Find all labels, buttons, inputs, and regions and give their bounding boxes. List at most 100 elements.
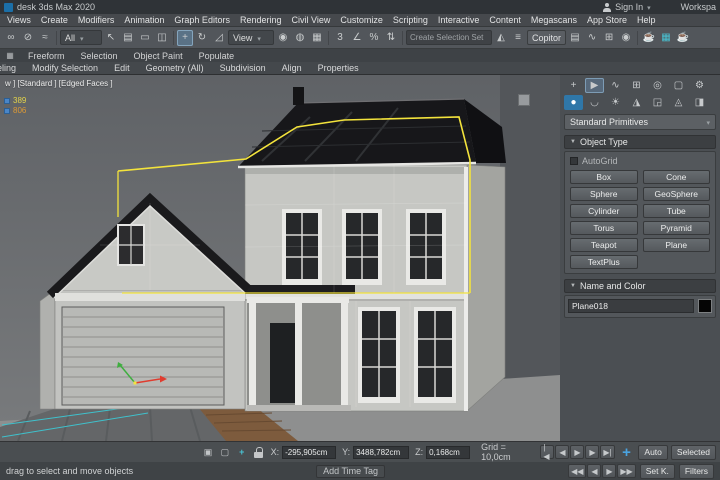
select-and-scale-icon[interactable]: ◿ [211, 30, 227, 46]
space-warps-category-icon[interactable]: ◬ [669, 95, 688, 110]
selection-lock-toggle-icon[interactable] [253, 446, 263, 458]
menu-item[interactable]: Graph Editors [169, 15, 235, 25]
geosphere-button[interactable]: GeoSphere [642, 187, 710, 201]
viewport-label[interactable]: w ] [Standard ] [Edged Faces ] [5, 79, 113, 88]
set-key-button[interactable]: Set K. [639, 463, 675, 479]
box-button[interactable]: Box [570, 170, 638, 184]
mirror-icon[interactable]: ◭ [493, 30, 509, 46]
panel-plus-icon[interactable]: + [564, 78, 583, 93]
snaps-toggle-3d-icon[interactable]: 3 [332, 30, 348, 46]
ribbon-panel-edit[interactable]: Edit [106, 63, 138, 73]
render-production-icon[interactable]: ☕ [675, 30, 691, 46]
ribbon-panel-align[interactable]: Align [274, 63, 310, 73]
cameras-category-icon[interactable]: ◮ [627, 95, 646, 110]
shapes-category-icon[interactable]: ◡ [585, 95, 604, 110]
key-filters-button[interactable]: Filters [678, 463, 714, 479]
geometry-category-icon[interactable]: ● [564, 95, 583, 110]
y-coordinate-field[interactable] [353, 445, 410, 459]
bind-to-space-warp-icon[interactable]: ≈ [37, 30, 53, 46]
menu-item[interactable]: Rendering [235, 15, 287, 25]
pyramid-button[interactable]: Pyramid [642, 221, 710, 235]
torus-button[interactable]: Torus [570, 221, 638, 235]
select-and-rotate-icon[interactable]: ↻ [194, 30, 210, 46]
isolate-selection-toggle-icon[interactable]: ▣ [201, 445, 215, 459]
menu-item[interactable]: Customize [335, 15, 388, 25]
subcategory-dropdown[interactable]: Standard Primitives [564, 114, 716, 130]
play-animation-button[interactable]: ▶ [570, 445, 585, 459]
menu-item[interactable]: Create [36, 15, 73, 25]
schematic-view-icon[interactable]: ⊞ [601, 30, 617, 46]
scene-explorer-icon[interactable]: ▤ [567, 30, 583, 46]
previous-key-button[interactable]: ◀ [587, 464, 602, 478]
textplus-button[interactable]: TextPlus [570, 255, 638, 269]
selected-key-filter-button[interactable]: Selected [670, 444, 716, 460]
reference-coordinate-system-dropdown[interactable]: View [228, 30, 274, 45]
tube-button[interactable]: Tube [642, 204, 710, 218]
create-tab-icon[interactable]: ▶ [585, 78, 604, 93]
transform-gizmo-icon[interactable]: + [235, 445, 249, 459]
menu-item[interactable]: App Store [582, 15, 632, 25]
cylinder-button[interactable]: Cylinder [570, 204, 638, 218]
named-selection-set-combo[interactable] [406, 30, 492, 45]
copitor-button[interactable]: Copitor [527, 30, 567, 45]
helpers-category-icon[interactable]: ◲ [648, 95, 667, 110]
ribbon-tab-object-paint[interactable]: Object Paint [126, 49, 191, 62]
ribbon-tab-selection[interactable]: Selection [73, 49, 126, 62]
object-type-rollout-header[interactable]: Object Type [564, 135, 716, 149]
sign-in-button[interactable]: Sign In [615, 2, 643, 12]
workspaces-label[interactable]: Workspa [681, 2, 716, 12]
select-and-link-icon[interactable]: ∞ [3, 30, 19, 46]
menu-item[interactable]: Content [484, 15, 526, 25]
next-frame-button[interactable]: ▶ [585, 445, 600, 459]
render-setup-icon[interactable]: ☕ [641, 30, 657, 46]
chevron-down-icon[interactable] [647, 2, 651, 12]
viewcube-icon[interactable] [518, 94, 530, 106]
spinner-snap-toggle-icon[interactable]: ⇅ [383, 30, 399, 46]
ribbon-panel-properties[interactable]: Properties [310, 63, 367, 73]
lights-category-icon[interactable]: ☀ [606, 95, 625, 110]
menu-item[interactable]: Help [632, 15, 661, 25]
cone-button[interactable]: Cone [642, 170, 710, 184]
rectangular-selection-region-icon[interactable]: ▭ [137, 30, 153, 46]
systems-category-icon[interactable]: ◨ [690, 95, 709, 110]
offset-mode-transform-type-in-icon[interactable]: ▢ [218, 445, 232, 459]
menu-item[interactable]: Interactive [433, 15, 485, 25]
ribbon-tab-populate[interactable]: Populate [191, 49, 243, 62]
go-to-end-button[interactable]: ▶| [600, 445, 615, 459]
menu-item[interactable]: Modifiers [73, 15, 120, 25]
ribbon-config-icon[interactable]: ▦ [3, 50, 17, 61]
ribbon-panel-geometry-all[interactable]: Geometry (All) [138, 63, 212, 73]
use-pivot-point-center-icon[interactable]: ◉ [275, 30, 291, 46]
add-time-tag-button[interactable]: Add Time Tag [316, 464, 386, 478]
align-icon[interactable]: ≡ [510, 30, 526, 46]
user-avatar-icon[interactable] [602, 2, 611, 12]
select-and-move-icon[interactable]: + [177, 29, 193, 46]
name-and-color-rollout-header[interactable]: Name and Color [564, 279, 716, 293]
menu-item[interactable]: Animation [119, 15, 169, 25]
rendered-frame-window-icon[interactable]: ▦ [658, 30, 674, 46]
auto-key-button[interactable]: Auto [638, 444, 668, 460]
menu-item[interactable]: Views [2, 15, 36, 25]
go-to-start-button[interactable]: |◀ [540, 443, 555, 461]
modify-tab-icon[interactable]: ∿ [606, 78, 625, 93]
hierarchy-tab-icon[interactable]: ⊞ [627, 78, 646, 93]
key-step-end-button[interactable]: ▶▶ [617, 464, 636, 478]
teapot-button[interactable]: Teapot [570, 238, 638, 252]
ribbon-panel-modify-selection[interactable]: Modify Selection [24, 63, 106, 73]
menu-item[interactable]: Scripting [388, 15, 433, 25]
object-name-field[interactable] [568, 299, 694, 313]
key-step-start-button[interactable]: ◀◀ [568, 464, 587, 478]
curve-editor-icon[interactable]: ∿ [584, 30, 600, 46]
object-color-swatch[interactable] [698, 299, 712, 313]
percent-snap-toggle-icon[interactable]: % [366, 30, 382, 46]
keyboard-shortcut-override-icon[interactable]: ▦ [309, 30, 325, 46]
utilities-tab-icon[interactable]: ⚙ [690, 78, 709, 93]
menu-item[interactable]: Megascans [526, 15, 582, 25]
plane-button[interactable]: Plane [642, 238, 710, 252]
material-editor-icon[interactable]: ◉ [618, 30, 634, 46]
selection-filter-dropdown[interactable]: All [60, 30, 102, 45]
motion-tab-icon[interactable]: ◎ [648, 78, 667, 93]
viewport-canvas[interactable] [0, 75, 560, 441]
move-tool-indicator-icon[interactable]: + [618, 443, 636, 461]
select-by-name-icon[interactable]: ▤ [120, 30, 136, 46]
